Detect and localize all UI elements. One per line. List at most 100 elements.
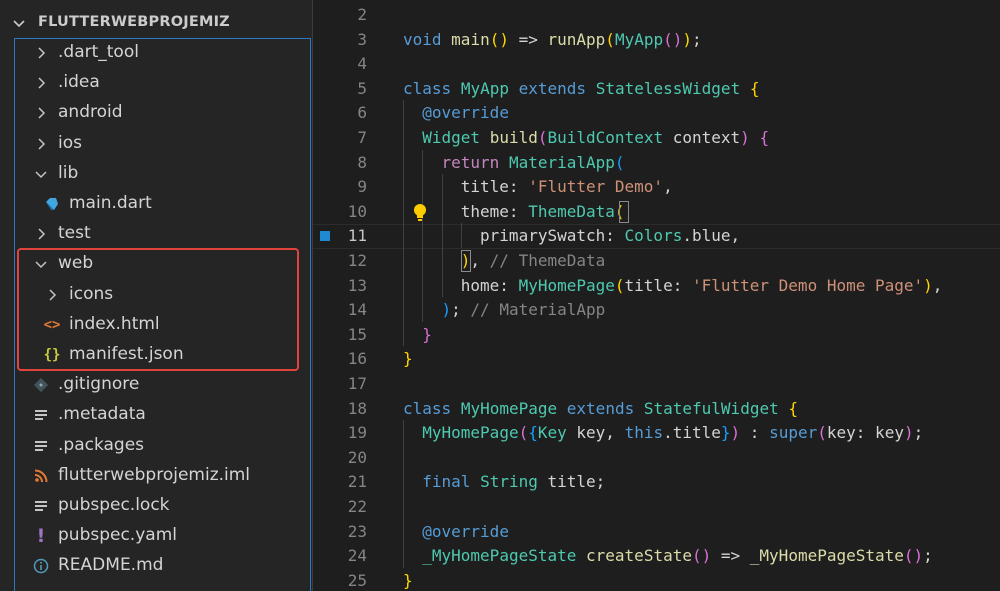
text-file-icon <box>31 434 51 458</box>
tree-item[interactable]: flutterwebprojemiz.iml <box>0 461 312 491</box>
explorer-folder-header[interactable]: FLUTTERWEBPROJEMIZ <box>0 8 312 38</box>
code-token: title; <box>537 472 606 492</box>
explorer-folder-name: FLUTTERWEBPROJEMIZ <box>38 14 230 30</box>
tree-item[interactable]: .dart_tool <box>0 38 312 68</box>
lightbulb-icon[interactable] <box>407 200 433 225</box>
chevron-right-icon <box>31 41 51 65</box>
line-number: 12 <box>347 251 367 270</box>
code-token: // ThemeData <box>489 251 606 270</box>
tree-item-label: pubspec.lock <box>58 495 170 515</box>
tree-item[interactable]: README.md <box>0 551 312 581</box>
code-line: 19 MyHomePage({Key key, this.title}) : su… <box>313 420 1000 445</box>
line-number: 14 <box>347 300 367 320</box>
rss-file-icon <box>31 464 51 488</box>
line-number: 23 <box>347 521 367 541</box>
code-token: MyApp <box>460 78 509 98</box>
code-text: @override <box>422 519 509 544</box>
code-text: Widget build(BuildContext context) { <box>422 125 769 150</box>
tree-item[interactable]: .idea <box>0 68 312 98</box>
code-token: () <box>663 29 683 49</box>
code-line: 13 home: MyHomePage(title: 'Flutter Demo … <box>313 273 1000 298</box>
code-token: BuildContext <box>547 128 664 147</box>
tree-item[interactable]: main.dart <box>0 189 312 219</box>
bracket-match-open <box>619 201 629 223</box>
code-token: home: <box>460 275 519 295</box>
tree-item-label: .dart_tool <box>58 42 139 62</box>
tree-item[interactable]: .metadata <box>0 400 312 430</box>
bracket-match-close <box>461 250 471 272</box>
code-token: runApp <box>547 29 606 49</box>
tree-item-label: pubspec.yaml <box>58 525 177 546</box>
tree-item-label: android <box>58 102 123 123</box>
line-number: 17 <box>347 374 367 393</box>
code-token: class <box>403 398 452 418</box>
code-token: title: <box>624 275 692 295</box>
line-number: 5 <box>357 78 367 98</box>
tree-item-label: ios <box>58 132 82 153</box>
code-token: { <box>749 78 760 98</box>
code-text: _MyHomePageState createState() => _MyHom… <box>422 543 933 568</box>
code-text: primarySwatch: Colors.blue, <box>480 223 740 248</box>
code-text: theme: ThemeData( <box>461 199 625 224</box>
tree-item-label: .metadata <box>58 404 146 425</box>
code-token: { <box>788 398 798 418</box>
tree-item[interactable]: android <box>0 98 312 128</box>
code-token: } <box>403 570 413 590</box>
code-line: 17 <box>313 371 1000 396</box>
line-number: 20 <box>347 447 367 467</box>
code-line: 3 void main() => runApp(MyApp()); <box>313 27 1000 52</box>
code-token: createState <box>586 546 692 566</box>
chevron-down-icon <box>10 14 28 36</box>
code-token: ( <box>518 423 529 443</box>
tree-item[interactable]: pubspec.lock <box>0 491 312 521</box>
code-token: extends <box>518 78 587 98</box>
tree-item[interactable]: ios <box>0 129 312 159</box>
code-line: 4 <box>313 51 1000 76</box>
line-number: 16 <box>347 349 367 369</box>
code-token: => <box>711 546 750 566</box>
code-token: 'Flutter Demo Home Page' <box>691 275 924 295</box>
code-token: ; <box>913 423 924 443</box>
tree-item[interactable]: .packages <box>0 431 312 461</box>
line-number: 13 <box>347 275 367 295</box>
code-token: ) <box>730 423 741 443</box>
code-line: 8 return MaterialApp( <box>313 150 1000 175</box>
code-token: @override <box>422 103 509 123</box>
code-line: 15} <box>313 322 1000 347</box>
code-token: ) <box>740 128 750 147</box>
code-token: Colors <box>624 226 683 246</box>
code-editor[interactable]: 2 3 void main() => runApp(MyApp()); 4 5 class… <box>313 0 1000 591</box>
tree-item[interactable]: test <box>0 219 312 249</box>
code-text: MyHomePage({Key key, this.title}) : supe… <box>422 420 923 445</box>
code-line: 25} <box>313 568 1000 591</box>
tree-item[interactable]: .gitignore <box>0 370 312 400</box>
line-number: 25 <box>347 570 367 590</box>
code-token: _MyHomePageState <box>749 546 904 566</box>
tree-item[interactable]: lib <box>0 159 312 189</box>
code-text: return MaterialApp( <box>442 150 625 175</box>
code-line: 5 class MyApp extends StatelessWidget { <box>313 76 1000 101</box>
code-line: 16} <box>313 346 1000 371</box>
code-token: super <box>769 423 818 443</box>
code-token: MyHomePage <box>460 398 558 418</box>
yaml-file-icon: ! <box>36 525 46 548</box>
code-token: context <box>663 128 741 147</box>
code-token: extends <box>566 398 635 418</box>
text-file-icon <box>31 494 51 518</box>
code-token: ( <box>614 275 625 295</box>
git-file-icon <box>31 373 51 397</box>
chevron-right-icon <box>31 132 51 156</box>
code-token: Widget <box>422 128 481 147</box>
code-token: this <box>624 423 664 443</box>
code-line: 24 _MyHomePageState createState() => _MyH… <box>313 543 1000 568</box>
code-token: ThemeData <box>528 201 615 221</box>
code-token: () <box>489 29 509 49</box>
code-text: home: MyHomePage(title: 'Flutter Demo Ho… <box>461 273 943 298</box>
line-number: 24 <box>347 546 367 566</box>
tree-item[interactable]: ! pubspec.yaml <box>0 521 312 551</box>
